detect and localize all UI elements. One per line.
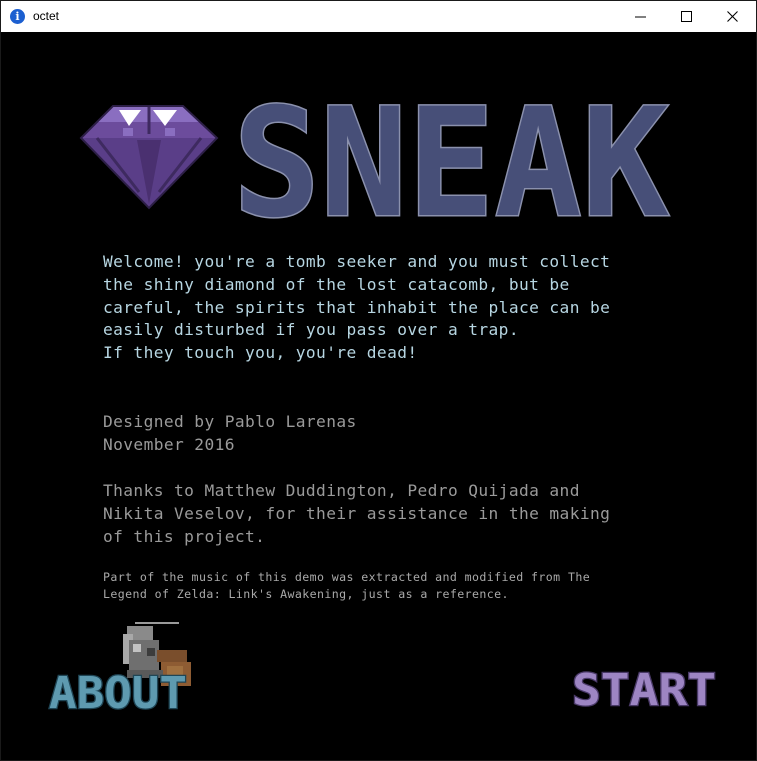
intro-line: the shiny diamond of the lost catacomb, … <box>103 274 570 294</box>
credits-line: Designed by Pablo Larenas <box>103 412 357 431</box>
about-button[interactable]: ABOUT <box>47 672 189 712</box>
intro-line: If they touch you, you're dead! <box>103 343 418 363</box>
start-label: START <box>572 669 716 709</box>
credits-line: November 2016 <box>103 434 235 454</box>
title-bar[interactable]: i octet <box>1 1 756 32</box>
game-canvas: SNEAK Welcome! you're a tomb seeker and … <box>4 32 753 760</box>
minimize-icon <box>635 16 646 18</box>
credits-text: Designed by Pablo Larenas November 2016 <box>103 411 357 457</box>
logo-text: SNEAK <box>233 99 669 221</box>
music-line: Part of the music of this demo was extra… <box>103 570 591 584</box>
thanks-text: Thanks to Matthew Duddington, Pedro Quij… <box>103 480 610 548</box>
close-button[interactable] <box>710 1 756 32</box>
thanks-line: Thanks to Matthew Duddington, Pedro Quij… <box>103 481 580 500</box>
intro-text: Welcome! you're a tomb seeker and you mu… <box>103 251 610 365</box>
maximize-icon <box>681 11 692 22</box>
close-icon <box>727 11 738 22</box>
diamond-icon <box>79 105 219 210</box>
intro-line: easily disturbed if you pass over a trap… <box>103 320 519 340</box>
start-button[interactable]: START <box>570 669 720 709</box>
thanks-line: of this project. <box>103 526 266 546</box>
window-title: octet <box>33 9 60 23</box>
app-icon: i <box>10 9 25 24</box>
intro-line: careful, the spirits that inhabit the pl… <box>103 297 611 317</box>
game-logo: SNEAK <box>232 99 671 221</box>
intro-line: Welcome! you're a tomb seeker and you mu… <box>103 252 611 271</box>
minimize-button[interactable] <box>618 1 664 32</box>
thanks-line: Nikita Veselov, for their assistance in … <box>103 503 611 523</box>
music-line: Legend of Zelda: Link's Awakening, just … <box>103 587 509 601</box>
music-credit-text: Part of the music of this demo was extra… <box>103 569 590 603</box>
about-label: ABOUT <box>49 672 187 712</box>
maximize-button[interactable] <box>664 1 710 32</box>
app-window: i octet SNEAK Welcome! you're a tomb see… <box>0 0 757 761</box>
